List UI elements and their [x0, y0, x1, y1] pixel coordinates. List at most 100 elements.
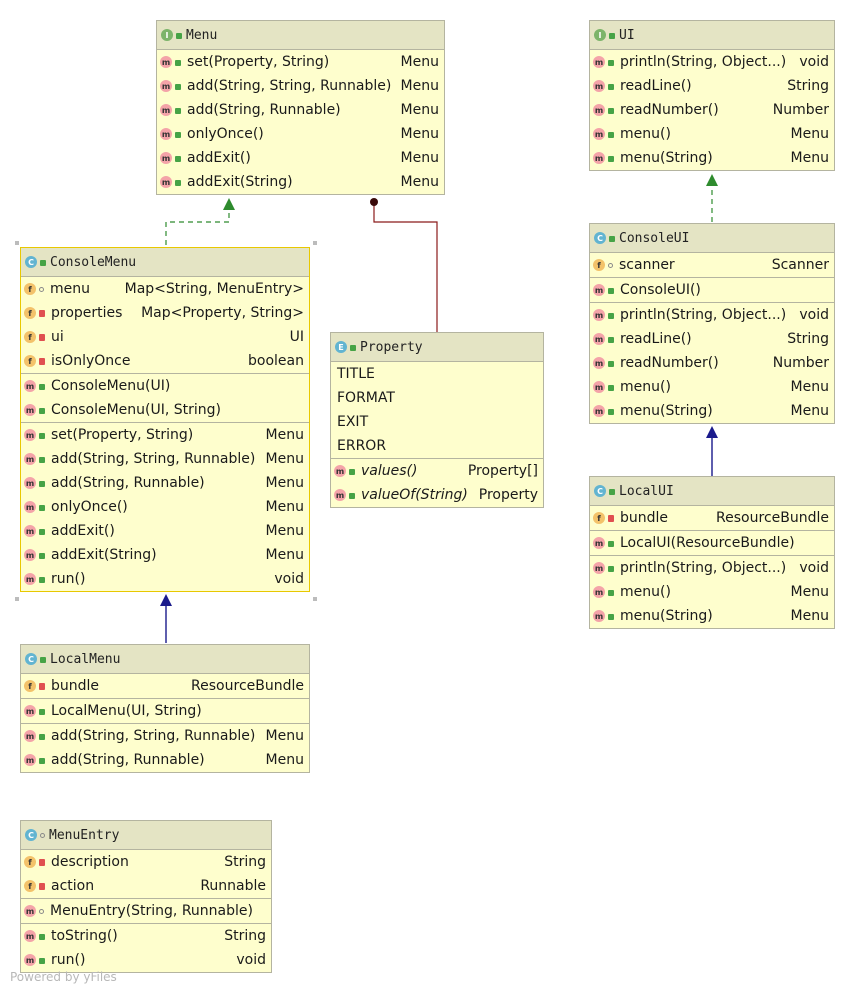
field-row[interactable]: f properties Map<Property, String> — [21, 301, 309, 325]
field-row[interactable]: f description String — [21, 850, 271, 874]
class-box-menuentry[interactable]: C MenuEntry f description String f action Runna… — [20, 820, 272, 973]
method-row[interactable]: m add(String, Runnable) Menu — [21, 471, 309, 495]
arrowhead-consoleui-ui — [706, 174, 718, 186]
selection-handle[interactable] — [15, 241, 19, 245]
public-visibility-icon — [608, 156, 614, 162]
member-name: addExit(String) — [51, 547, 157, 563]
member-name: bundle — [620, 510, 669, 526]
method-row[interactable]: m addExit(String) Menu — [157, 170, 444, 194]
method-row[interactable]: m toString() String — [21, 924, 271, 948]
field-row[interactable]: f bundle ResourceBundle — [590, 506, 834, 530]
class-header[interactable]: C LocalUI — [590, 477, 834, 506]
method-row[interactable]: m menu() Menu — [590, 122, 834, 146]
enum-constant-row[interactable]: EXIT — [331, 410, 543, 434]
method-row[interactable]: m ConsoleUI() — [590, 278, 834, 302]
field-row[interactable]: f scanner Scanner — [590, 253, 834, 277]
method-row[interactable]: m ConsoleMenu(UI) — [21, 374, 309, 398]
method-row[interactable]: m valueOf(String) Property — [331, 483, 543, 507]
class-header[interactable]: I UI — [590, 21, 834, 50]
class-box-ui[interactable]: I UI m println(String, Object...) void m readL… — [589, 20, 835, 171]
class-header[interactable]: E Property — [331, 333, 543, 362]
method-row[interactable]: m add(String, String, Runnable) Menu — [21, 447, 309, 471]
member-type: Runnable — [200, 878, 266, 894]
public-visibility-icon — [175, 84, 181, 90]
field-icon: f — [24, 307, 36, 319]
method-icon: m — [334, 489, 346, 501]
method-row[interactable]: m ConsoleMenu(UI, String) — [21, 398, 309, 422]
method-row[interactable]: m readLine() String — [590, 327, 834, 351]
public-visibility-icon — [608, 361, 614, 367]
method-icon: m — [160, 56, 172, 68]
class-box-property[interactable]: E Property TITLE FORMAT EXIT ERROR m values() Pr… — [330, 332, 544, 508]
selection-handle[interactable] — [313, 597, 317, 601]
member-type: Number — [772, 102, 829, 118]
method-row[interactable]: m readNumber() Number — [590, 98, 834, 122]
class-box-consolemenu[interactable]: C ConsoleMenu f menu Map<String, MenuEntry> f… — [20, 247, 310, 592]
method-row[interactable]: m menu() Menu — [590, 375, 834, 399]
field-row[interactable]: f bundle ResourceBundle — [21, 674, 309, 698]
member-name: add(String, String, Runnable) — [187, 78, 392, 94]
class-box-consoleui[interactable]: C ConsoleUI f scanner Scanner m ConsoleUI() m pr… — [589, 223, 835, 424]
class-box-menu[interactable]: I Menu m set(Property, String) Menu m add(Stri… — [156, 20, 445, 195]
method-row[interactable]: m println(String, Object...) void — [590, 556, 834, 580]
field-icon: f — [593, 512, 605, 524]
method-row[interactable]: m LocalUI(ResourceBundle) — [590, 531, 834, 555]
method-row[interactable]: m readNumber() Number — [590, 351, 834, 375]
selection-handle[interactable] — [15, 597, 19, 601]
class-box-localui[interactable]: C LocalUI f bundle ResourceBundle m LocalUI(Re… — [589, 476, 835, 629]
method-row[interactable]: m add(String, Runnable) Menu — [21, 748, 309, 772]
public-visibility-icon — [608, 84, 614, 90]
field-row[interactable]: f ui UI — [21, 325, 309, 349]
class-header[interactable]: I Menu — [157, 21, 444, 50]
method-row[interactable]: m addExit() Menu — [21, 519, 309, 543]
method-row[interactable]: m println(String, Object...) void — [590, 50, 834, 74]
enum-constant-row[interactable]: ERROR — [331, 434, 543, 458]
class-header[interactable]: C ConsoleMenu — [21, 248, 309, 277]
enum-constant-row[interactable]: FORMAT — [331, 386, 543, 410]
class-header[interactable]: C ConsoleUI — [590, 224, 834, 253]
method-row[interactable]: m add(String, Runnable) Menu — [157, 98, 444, 122]
method-row[interactable]: m onlyOnce() Menu — [21, 495, 309, 519]
class-name: LocalUI — [619, 483, 674, 499]
method-row[interactable]: m menu(String) Menu — [590, 399, 834, 423]
method-row[interactable]: m run() void — [21, 567, 309, 591]
method-row[interactable]: m onlyOnce() Menu — [157, 122, 444, 146]
method-row[interactable]: m add(String, String, Runnable) Menu — [21, 724, 309, 748]
member-type: Property — [478, 487, 538, 503]
class-box-localmenu[interactable]: C LocalMenu f bundle ResourceBundle m LocalMen… — [20, 644, 310, 773]
method-row[interactable]: m set(Property, String) Menu — [21, 423, 309, 447]
enum-constant-row[interactable]: TITLE — [331, 362, 543, 386]
method-row[interactable]: m menu(String) Menu — [590, 146, 834, 170]
method-icon: m — [593, 333, 605, 345]
member-name: EXIT — [337, 414, 369, 430]
method-icon: m — [593, 357, 605, 369]
member-type: Menu — [400, 102, 439, 118]
public-visibility-icon — [608, 385, 614, 391]
member-section: m values() Property[] m valueOf(String) Prope… — [331, 459, 543, 507]
method-row[interactable]: m menu() Menu — [590, 580, 834, 604]
method-row[interactable]: m add(String, String, Runnable) Menu — [157, 74, 444, 98]
edge-consolemenu-implements-menu — [165, 200, 230, 245]
selection-handle[interactable] — [313, 241, 317, 245]
class-header[interactable]: C MenuEntry — [21, 821, 271, 850]
class-header[interactable]: C LocalMenu — [21, 645, 309, 674]
class-name: ConsoleUI — [619, 230, 690, 246]
method-row[interactable]: m readLine() String — [590, 74, 834, 98]
method-row[interactable]: m run() void — [21, 948, 271, 972]
member-name: println(String, Object...) — [620, 54, 787, 70]
field-row[interactable]: f isOnlyOnce boolean — [21, 349, 309, 373]
method-row[interactable]: m MenuEntry(String, Runnable) — [21, 899, 271, 923]
method-row[interactable]: m addExit(String) Menu — [21, 543, 309, 567]
method-row[interactable]: m values() Property[] — [331, 459, 543, 483]
method-row[interactable]: m println(String, Object...) void — [590, 303, 834, 327]
field-row[interactable]: f action Runnable — [21, 874, 271, 898]
field-row[interactable]: f menu Map<String, MenuEntry> — [21, 277, 309, 301]
member-section: m MenuEntry(String, Runnable) — [21, 899, 271, 924]
method-row[interactable]: m addExit() Menu — [157, 146, 444, 170]
member-type: Menu — [265, 547, 304, 563]
member-name: add(String, Runnable) — [51, 475, 205, 491]
method-row[interactable]: m LocalMenu(UI, String) — [21, 699, 309, 723]
member-section: m ConsoleUI() — [590, 278, 834, 303]
method-row[interactable]: m menu(String) Menu — [590, 604, 834, 628]
method-row[interactable]: m set(Property, String) Menu — [157, 50, 444, 74]
